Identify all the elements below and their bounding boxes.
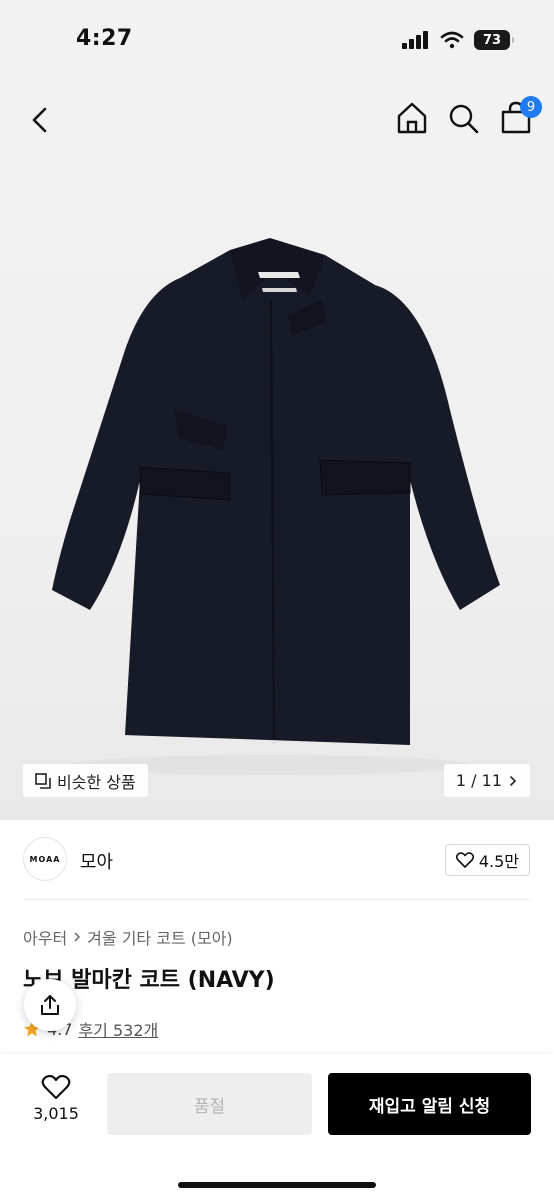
product-photo-coat [52,238,500,775]
brand-like-count: 4.5만 [478,852,519,871]
cart-button[interactable]: 9 [498,96,542,138]
soldout-label: 품절 [193,1096,226,1117]
brand-logo-text: MOAA [29,854,61,864]
home-icon [397,102,427,134]
restock-alert-label: 재입고 알림 신청 [368,1096,491,1117]
search-icon [449,104,479,134]
wishlist-button[interactable]: 3,015 [22,1074,90,1138]
breadcrumb-item-category[interactable]: 겨울 기타 코트 (모아) [87,925,233,949]
image-pager-text: 1 / 11 [455,771,502,790]
home-indicator[interactable] [178,1182,376,1188]
breadcrumb: 아우터 겨울 기타 코트 (모아) [23,925,233,949]
battery-icon: 73 [474,30,514,50]
status-bar: 4:27 73 [0,0,554,80]
similar-products-button[interactable]: 비슷한 상품 [23,764,148,797]
cart-count-badge: 9 [520,96,542,118]
status-icons: 73 [402,30,514,50]
brand-name[interactable]: 모아 [80,848,113,874]
copy-icon [35,772,51,789]
heart-icon [455,852,474,868]
soldout-button: 품절 [107,1073,312,1135]
battery-level: 73 [482,32,502,48]
home-button[interactable] [394,98,430,138]
product-image-gallery[interactable]: 9 비슷한 상품 1 / 11 [0,80,554,820]
similar-products-label: 비슷한 상품 [57,772,136,792]
breadcrumb-item-outer[interactable]: 아우터 [23,925,67,949]
status-time: 4:27 [76,26,133,51]
wishlist-count: 3,015 [33,1104,79,1123]
share-button[interactable] [24,979,76,1031]
chevron-right-icon [510,775,517,786]
top-nav-actions: 9 [394,96,542,138]
brand-row[interactable]: MOAA 모아 4.5만 [0,820,554,900]
share-icon [41,995,59,1015]
image-pager[interactable]: 1 / 11 [443,764,530,797]
brand-like-button[interactable]: 4.5만 [444,844,530,876]
chevron-right-icon [74,932,81,942]
divider [23,899,531,900]
brand-logo[interactable]: MOAA [23,837,67,881]
reviews-link[interactable]: 후기 532개 [78,1017,158,1041]
wifi-icon [440,31,464,49]
bottom-action-bar: 3,015 품절 재입고 알림 신청 [0,1054,554,1200]
signal-icon [402,31,428,49]
heart-icon [41,1074,71,1100]
back-chevron-icon[interactable] [22,102,58,138]
search-button[interactable] [446,98,482,138]
restock-alert-button[interactable]: 재입고 알림 신청 [328,1073,531,1135]
